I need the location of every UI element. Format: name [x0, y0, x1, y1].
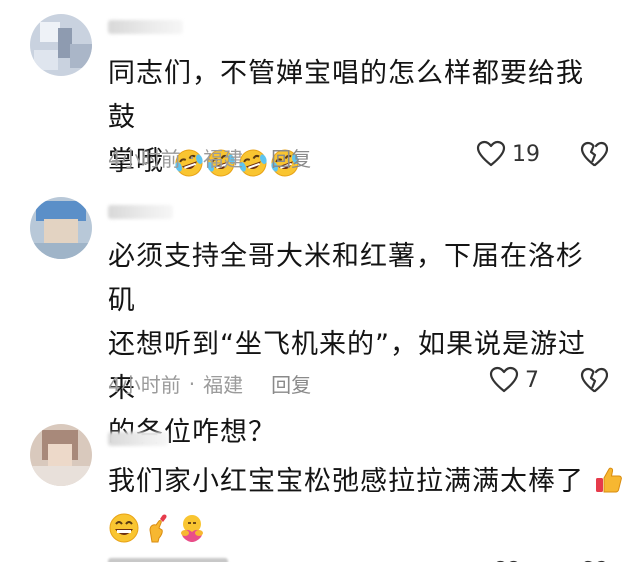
- dislike-button[interactable]: [580, 555, 608, 562]
- like-count: 7: [525, 367, 539, 393]
- like-button[interactable]: 7: [489, 366, 539, 394]
- comment-text: 我们家小红宝宝松弛感拉拉满满太棒了: [108, 460, 628, 548]
- pinched-fingers-heart-emoji: [149, 514, 167, 542]
- meta-separator: ·: [188, 145, 196, 170]
- comment-text-line: 同志们，不管婵宝唱的怎么样都要给我鼓: [108, 58, 584, 133]
- avatar[interactable]: [30, 197, 92, 259]
- username-blurred[interactable]: [108, 205, 173, 219]
- comment-meta: 4小时前 · 福建 回复: [108, 369, 311, 398]
- like-count: 19: [512, 141, 540, 167]
- comment-text-line: 我们家小红宝宝松弛感拉拉满满太棒了: [108, 466, 584, 497]
- comment-meta: 4小时前 · 福建 回复: [108, 143, 311, 172]
- dislike-button[interactable]: [580, 367, 609, 398]
- grinning-emoji: [109, 513, 139, 542]
- avatar[interactable]: [30, 14, 92, 76]
- comment-meta-partial: [108, 558, 228, 562]
- heart-outline-icon: [476, 140, 506, 167]
- comment-location: 福建: [203, 373, 244, 397]
- comment-text-line-1: 我们家小红宝宝松弛感拉拉满满太棒了: [108, 460, 628, 504]
- comment-item: 我们家小红宝宝松弛感拉拉满满太棒了: [0, 420, 640, 562]
- meta-separator: ·: [188, 371, 196, 396]
- emoji-row: [108, 512, 208, 544]
- reply-button[interactable]: 回复: [271, 369, 311, 398]
- comment-item: 必须支持全哥大米和红薯，下届在洛杉矶 还想听到“坐飞机来的”，如果说是游过来 的…: [0, 195, 640, 448]
- avatar[interactable]: [30, 424, 92, 486]
- reply-button[interactable]: 回复: [271, 143, 311, 172]
- comment-text-line: 必须支持全哥大米和红薯，下届在洛杉矶: [108, 241, 584, 316]
- dislike-button[interactable]: [580, 141, 609, 172]
- comment-time: 4小时前: [108, 147, 181, 171]
- broken-heart-icon: [580, 141, 609, 167]
- comment-location: 福建: [203, 147, 244, 171]
- username-blurred[interactable]: [108, 432, 168, 446]
- comment-item: 同志们，不管婵宝唱的怎么样都要给我鼓 掌哦 4小时前 · 福建 回复 19: [0, 0, 640, 195]
- broken-heart-icon: [580, 367, 609, 393]
- comment-time: 4小时前: [108, 373, 181, 397]
- thumbs-up-emoji: [595, 467, 622, 493]
- like-button[interactable]: [492, 555, 522, 562]
- heart-outline-icon: [489, 366, 519, 393]
- hugging-heart-emoji: [181, 514, 203, 542]
- username-blurred[interactable]: [108, 20, 183, 34]
- like-button[interactable]: 19: [476, 140, 540, 168]
